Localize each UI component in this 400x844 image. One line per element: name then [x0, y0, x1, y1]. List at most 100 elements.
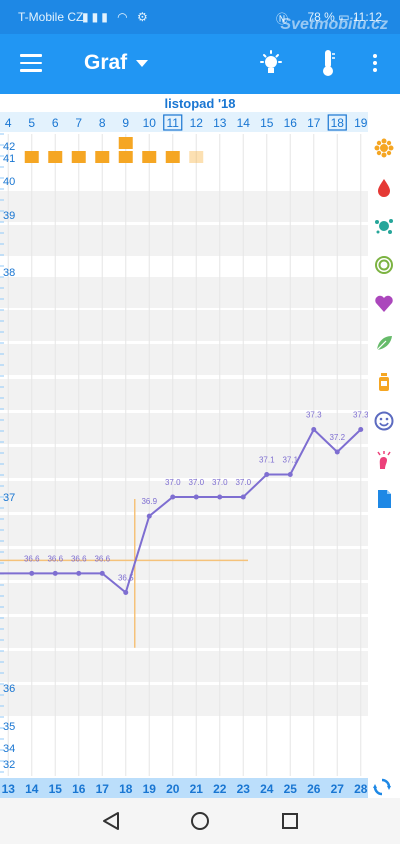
temperature-point[interactable] — [311, 427, 317, 432]
top-axis-label: 18 — [331, 116, 345, 130]
pain-icon[interactable] — [374, 450, 394, 470]
y-axis-label: 36 — [3, 683, 15, 695]
top-axis-label: 17 — [307, 116, 321, 130]
note-icon[interactable] — [374, 489, 394, 509]
bottom-axis-label: 16 — [72, 782, 86, 796]
sync-icon[interactable] — [372, 777, 392, 797]
period-bar[interactable] — [142, 151, 157, 163]
temperature-point[interactable] — [217, 494, 223, 500]
period-bar[interactable] — [95, 151, 110, 163]
sun-flower-icon[interactable] — [374, 138, 394, 158]
page-title[interactable]: Graf — [84, 51, 127, 75]
month-label: listopad '18 — [164, 96, 236, 111]
bottom-axis-label: 21 — [190, 782, 204, 796]
temperature-point[interactable] — [193, 494, 199, 500]
system-nav-bar — [0, 798, 400, 844]
bottom-axis-label: 17 — [96, 782, 110, 796]
top-axis-label: 8 — [99, 116, 106, 130]
period-bar[interactable] — [24, 151, 39, 163]
lightbulb-icon[interactable] — [258, 50, 284, 78]
bottom-axis-label: 24 — [260, 782, 274, 796]
period-bar[interactable] — [118, 137, 133, 149]
top-axis-label: 14 — [237, 116, 251, 130]
period-bar[interactable] — [48, 151, 63, 163]
y-axis-label: 35 — [3, 721, 15, 733]
temperature-point[interactable] — [76, 570, 82, 576]
temperature-point[interactable] — [358, 427, 364, 432]
y-axis-label: 42 — [3, 141, 15, 153]
chevron-down-icon[interactable] — [136, 60, 148, 67]
thermometer-icon[interactable] — [318, 48, 338, 78]
bottom-axis-label: 18 — [119, 782, 133, 796]
top-axis-label: 15 — [260, 116, 274, 130]
top-axis-label: 7 — [75, 116, 82, 130]
temperature-value-label: 36.6 — [24, 554, 40, 563]
bottom-axis-label: 15 — [49, 782, 63, 796]
carrier-label: T-Mobile CZ — [18, 10, 84, 24]
period-bar[interactable] — [118, 151, 133, 163]
top-axis-label: 11 — [167, 116, 180, 130]
temperature-value-label: 36.6 — [71, 554, 87, 563]
temperature-point[interactable] — [240, 494, 246, 500]
period-bar[interactable] — [165, 151, 180, 163]
top-axis-label: 9 — [122, 116, 129, 130]
top-axis-label: 19 — [354, 116, 368, 130]
bottom-axis-label: 25 — [284, 782, 298, 796]
temperature-point[interactable] — [52, 570, 58, 576]
back-icon[interactable] — [100, 810, 122, 832]
cervix-icon[interactable] — [374, 255, 394, 275]
y-axis-label: 39 — [3, 210, 15, 222]
period-bar[interactable] — [189, 151, 204, 163]
temperature-value-label: 36.5 — [118, 574, 134, 583]
top-axis-label: 16 — [284, 116, 298, 130]
blood-drop-icon[interactable] — [374, 177, 394, 197]
temperature-value-label: 37.1 — [282, 456, 298, 465]
temperature-chart[interactable]: 4 5 6 7 8 9 10 11 12 13 14 15 16 17 18 19 4241 40 39 38 37 36… — [0, 112, 368, 800]
top-axis-label: 10 — [143, 116, 157, 130]
temperature-value-label: 37.1 — [259, 456, 275, 465]
temperature-value-label: 37.0 — [212, 478, 228, 487]
splash-icon[interactable] — [374, 216, 394, 236]
bottom-axis-label: 20 — [166, 782, 180, 796]
bottom-axis-label: 27 — [331, 782, 345, 796]
heart-icon[interactable] — [374, 294, 394, 314]
temperature-point[interactable] — [287, 472, 293, 477]
symptom-icon-column — [370, 138, 398, 528]
temperature-value-label: 37.0 — [188, 478, 204, 487]
temperature-point[interactable] — [146, 513, 152, 519]
temperature-value-label: 37.0 — [235, 478, 251, 487]
leaf-icon[interactable] — [374, 333, 394, 353]
temperature-point[interactable] — [264, 472, 270, 477]
bottom-axis-label: 22 — [213, 782, 227, 796]
y-axis-label: 34 — [3, 743, 15, 755]
top-axis-label: 4 — [5, 116, 12, 130]
temperature-point[interactable] — [123, 590, 129, 595]
temperature-point[interactable] — [334, 449, 340, 455]
home-icon[interactable] — [189, 810, 211, 832]
temperature-value-label: 36.6 — [47, 554, 63, 563]
y-axis-label: 37 — [3, 492, 15, 504]
top-axis-label: 13 — [213, 116, 227, 130]
y-axis-label: 32 — [3, 759, 15, 771]
smiley-icon[interactable] — [374, 411, 394, 431]
more-vert-icon[interactable] — [372, 54, 378, 74]
temperature-point[interactable] — [170, 494, 176, 500]
recents-icon[interactable] — [279, 810, 301, 832]
temperature-point[interactable] — [29, 570, 35, 576]
bottom-axis-label: 14 — [25, 782, 39, 796]
medicine-bottle-icon[interactable] — [374, 372, 394, 392]
bottom-axis-label: 26 — [307, 782, 321, 796]
watermark-logo: Svetmobilu.cz — [280, 16, 388, 33]
status-bar: T-Mobile CZ ▮▮▮ ◠ ⚙ Ⓝ 78 % ▭ 11:12 Svetm… — [0, 0, 400, 34]
temperature-value-label: 36.6 — [94, 554, 110, 563]
temperature-value-label: 37.3 — [353, 411, 368, 420]
temperature-value-label: 37.2 — [329, 433, 345, 442]
hamburger-menu-icon[interactable] — [20, 54, 42, 72]
temperature-value-label: 36.9 — [141, 497, 157, 506]
bottom-axis-label: 23 — [237, 782, 251, 796]
temperature-point[interactable] — [99, 570, 105, 576]
top-axis-label: 5 — [28, 116, 35, 130]
y-axis-label: 40 — [3, 176, 15, 188]
period-bar[interactable] — [71, 151, 86, 163]
temperature-value-label: 37.3 — [306, 411, 322, 420]
